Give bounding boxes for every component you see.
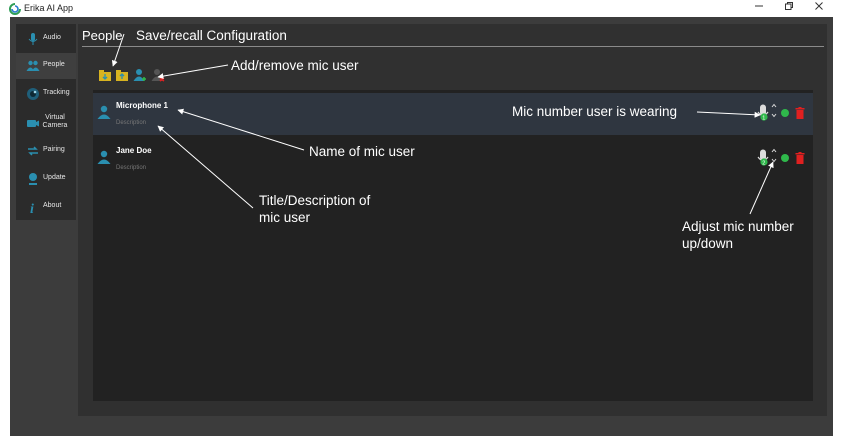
sidebar-item-label: Tracking [43, 89, 70, 96]
add-user-icon [133, 69, 146, 81]
remove-user-button[interactable] [151, 68, 165, 82]
tracking-icon [27, 88, 39, 100]
minimize-button[interactable] [744, 1, 774, 16]
sidebar-item-label: Virtual Camera [42, 114, 68, 129]
svg-text:1: 1 [762, 115, 765, 121]
people-icon [26, 60, 40, 71]
sidebar-item-label: Audio [43, 34, 61, 41]
svg-text:i: i [30, 202, 34, 214]
restore-icon [785, 2, 793, 10]
sidebar-item-pairing[interactable]: Pairing [16, 138, 76, 164]
title-divider [82, 46, 824, 47]
annotation-mic-number: Mic number user is wearing [512, 104, 678, 119]
camera-icon [27, 120, 39, 127]
save-config-button[interactable] [98, 68, 112, 82]
mic-number-stepper-icon[interactable] [771, 102, 777, 120]
annotation-title-desc-line1: Title/Description of [259, 193, 371, 208]
sidebar-item-virtual-camera[interactable]: Virtual Camera [16, 110, 76, 136]
annotation-adjust-line1: Adjust mic number [682, 219, 794, 234]
microphone-icon [28, 33, 38, 45]
delete-icon[interactable] [795, 152, 805, 164]
annotation-title-desc-line2: mic user [259, 210, 311, 225]
sidebar-item-update[interactable]: Update [16, 166, 76, 192]
window-title: Erika AI App [24, 3, 74, 13]
info-icon: i [30, 202, 34, 214]
app-logo-icon [9, 3, 21, 15]
close-icon [815, 2, 823, 10]
save-config-icon [99, 70, 111, 81]
page-title: People [82, 28, 123, 43]
sidebar-item-tracking[interactable]: Tracking [16, 81, 76, 107]
annotation-adjust-line2: up/down [682, 236, 734, 251]
list-item[interactable]: Jane Doe Description 2 [93, 138, 813, 180]
user-name[interactable]: Microphone 1 [116, 101, 168, 110]
recall-config-button[interactable] [115, 68, 129, 82]
sidebar-item-label: People [43, 61, 65, 68]
user-avatar-icon [97, 105, 111, 119]
sidebar-item-label: Update [43, 174, 66, 181]
user-description[interactable]: Description [116, 165, 146, 171]
sidebar-item-people[interactable]: People [16, 53, 76, 79]
annotation-name-of-user: Name of mic user [309, 144, 415, 159]
status-dot-icon [781, 154, 789, 162]
recall-config-icon [116, 70, 128, 81]
delete-icon[interactable] [795, 107, 805, 119]
restore-button[interactable] [774, 1, 804, 16]
user-name[interactable]: Jane Doe [116, 146, 152, 155]
svg-text:2: 2 [762, 160, 765, 166]
sidebar-item-label: About [43, 202, 62, 209]
user-description[interactable]: Description [116, 120, 146, 126]
mic-number-icon: 2 [757, 149, 769, 166]
list-item[interactable]: Microphone 1 Description 1 [93, 93, 813, 135]
sidebar-item-audio[interactable]: Audio [16, 26, 76, 52]
annotation-add-remove: Add/remove mic user [231, 58, 359, 73]
mic-number-stepper-icon[interactable] [771, 147, 777, 165]
remove-user-icon [151, 69, 165, 82]
sidebar: Audio People Tracking Virtual Camera Pai… [16, 24, 76, 220]
minimize-icon [755, 5, 763, 7]
update-icon [29, 173, 37, 185]
sidebar-item-about[interactable]: i About [16, 194, 76, 220]
close-button[interactable] [804, 1, 834, 16]
mic-number-icon: 1 [757, 104, 769, 121]
add-user-button[interactable] [133, 68, 147, 82]
pairing-icon [28, 146, 38, 156]
annotation-save-recall: Save/recall Configuration [136, 28, 287, 43]
status-dot-icon [781, 109, 789, 117]
title-bar: Erika AI App [0, 0, 844, 17]
sidebar-item-label: Pairing [43, 146, 65, 153]
user-avatar-icon [97, 150, 111, 164]
